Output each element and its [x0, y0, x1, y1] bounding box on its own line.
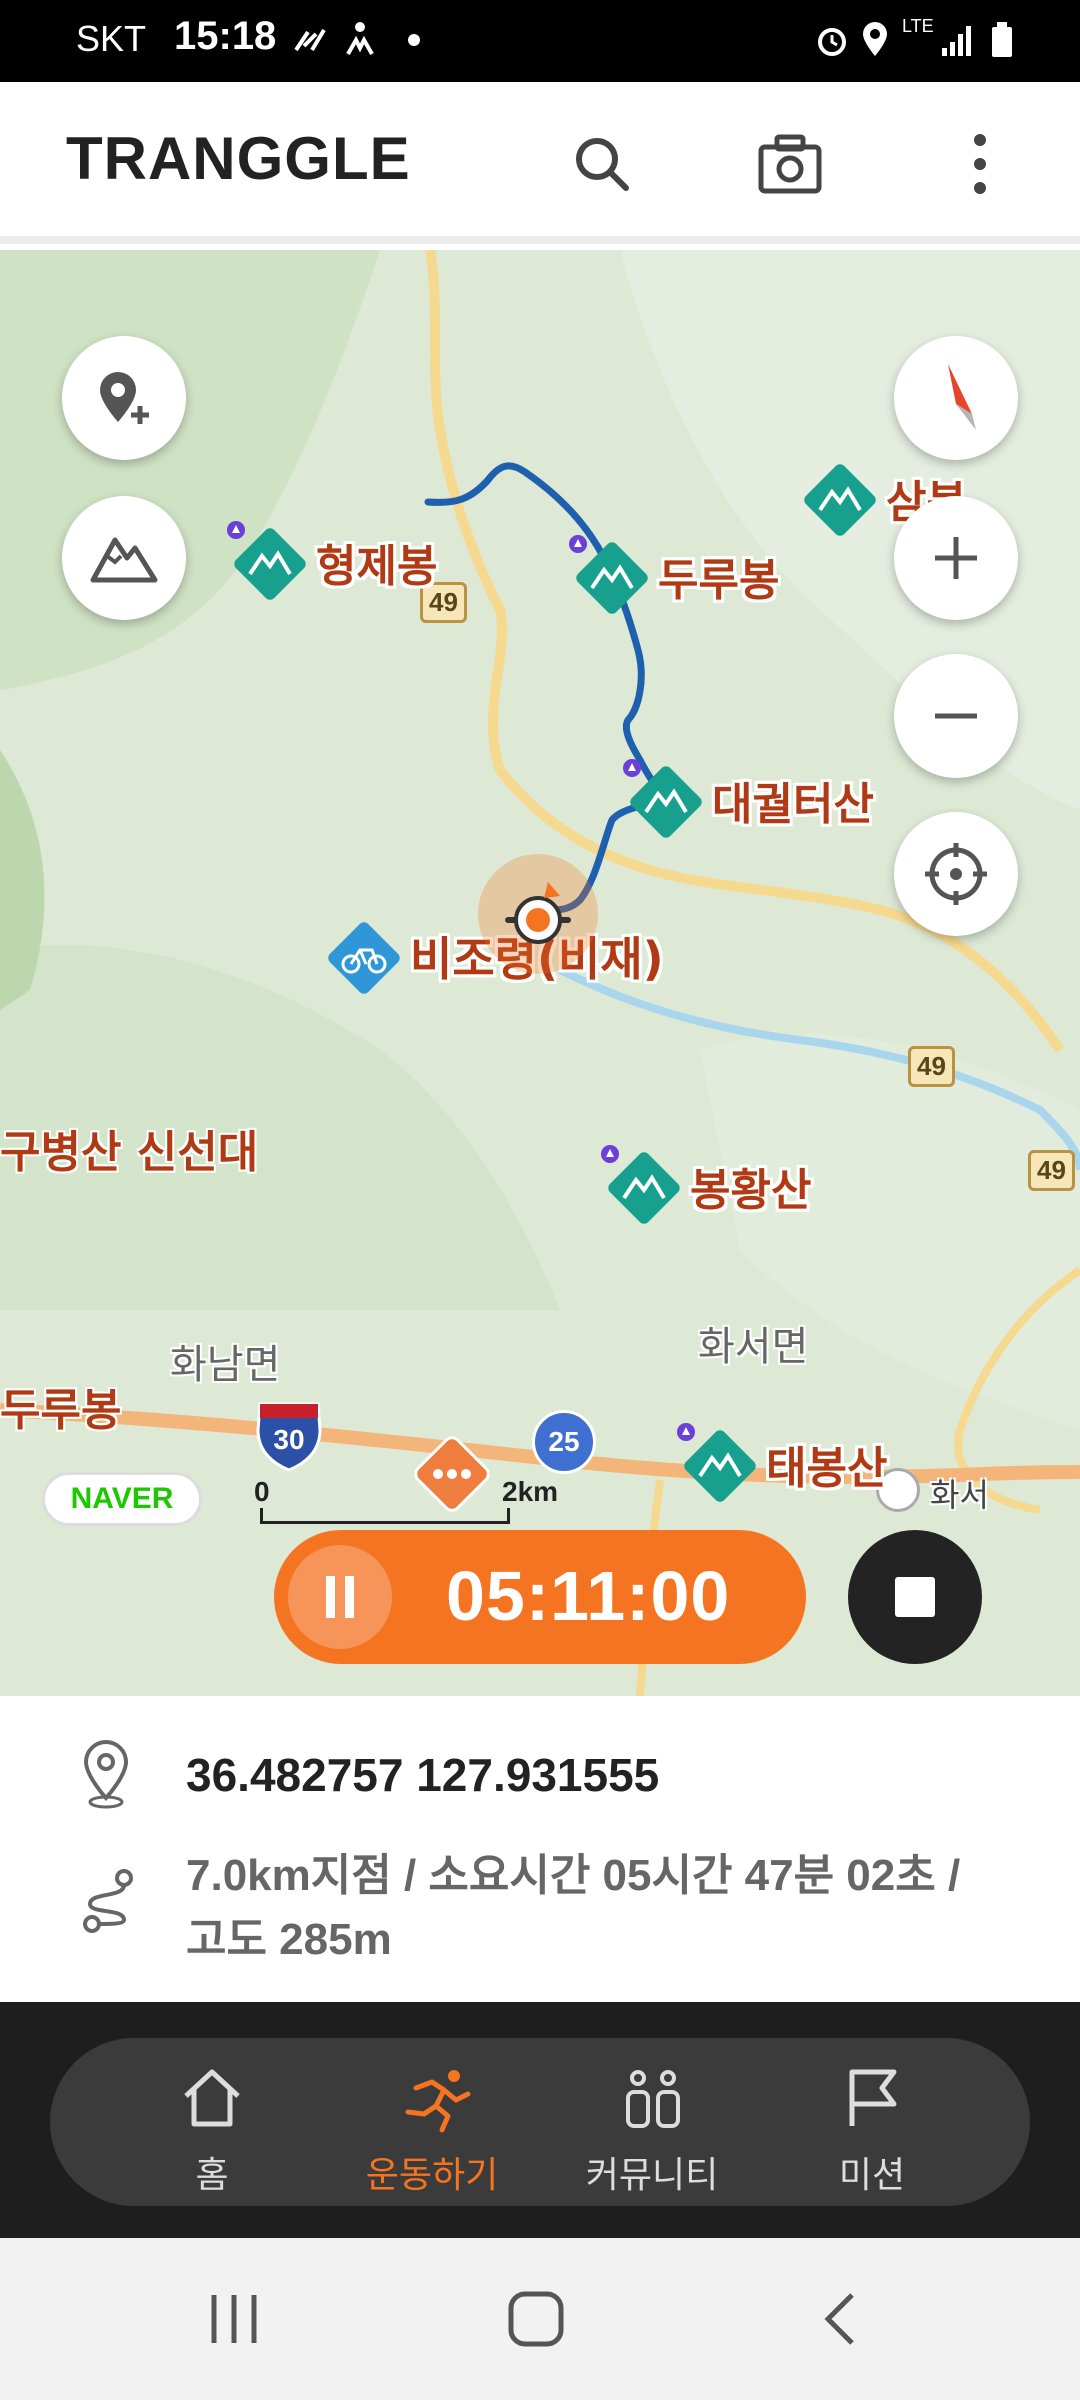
mountain-peak-icon — [677, 1423, 756, 1502]
add-location-icon — [100, 372, 149, 424]
mountain-peak-icon — [569, 535, 648, 614]
current-location-marker — [478, 854, 598, 974]
mountain-peak-icon — [227, 521, 306, 600]
signal-icon — [942, 26, 971, 56]
compass-button[interactable] — [894, 336, 1018, 460]
crosshair-icon — [925, 843, 987, 905]
peak-label: 형제봉 — [316, 541, 438, 592]
route-icon — [83, 1869, 133, 1933]
camera-button[interactable] — [748, 122, 832, 206]
status-bar: SKT 15:18 LTE — [0, 0, 1080, 82]
add-waypoint-button[interactable] — [62, 336, 186, 460]
highway-shield: 30 — [254, 1400, 324, 1472]
mountain-peak-icon — [623, 759, 702, 838]
peak-label: 봉황산 — [690, 1165, 812, 1216]
nav-item-mission[interactable]: 미션 — [772, 2068, 972, 2196]
minus-icon — [935, 713, 977, 719]
nav-label: 홈 — [195, 2155, 229, 2196]
pause-icon — [326, 1576, 354, 1618]
workout-timer: 05:11:00 — [274, 1530, 806, 1664]
scale-bar — [260, 1508, 510, 1524]
nav-label: 미션 — [838, 2155, 906, 2196]
map-view[interactable]: 49 49 49 30 25 구병산 신선대 두루봉 화남면 화서면 화서 형제… — [0, 250, 1080, 1696]
zoom-in-button[interactable] — [894, 496, 1018, 620]
naver-logo: NAVER — [42, 1472, 202, 1526]
plus-icon — [935, 537, 977, 579]
recent-apps-button[interactable] — [194, 2284, 274, 2354]
highway-badge: 25 — [532, 1410, 596, 1474]
scale-end: 2km — [502, 1476, 559, 1507]
nav-label: 운동하기 — [365, 2155, 499, 2196]
mountain-peak-icon — [601, 1145, 680, 1224]
more-button[interactable] — [938, 122, 1022, 206]
bottom-nav-bar: 홈 운동하기 커뮤니티 미션 — [50, 2038, 1030, 2206]
app-logo: TRANGGLE — [66, 125, 411, 192]
nav-item-community[interactable]: 커뮤니티 — [552, 2068, 752, 2196]
mountain-icon — [90, 537, 158, 583]
camera-icon — [758, 134, 822, 194]
distance-time-altitude-text: 7.0km지점 / 소요시간 05시간 47분 02초 / 고도 285m — [186, 1851, 961, 1964]
terrain-button[interactable] — [62, 496, 186, 620]
town-label: 화서 — [930, 1476, 989, 1514]
town-label: 화남면 — [170, 1342, 281, 1388]
bottom-navigation: 홈 운동하기 커뮤니티 미션 — [0, 2002, 1080, 2238]
search-icon — [576, 138, 629, 191]
app-header: TRANGGLE — [0, 82, 1080, 244]
home-square-icon — [508, 2291, 564, 2347]
carrier-label: SKT — [76, 18, 147, 59]
flag-icon — [849, 2069, 897, 2126]
battery-icon — [992, 22, 1012, 57]
road-badge: 49 — [908, 1046, 955, 1087]
compass-icon — [948, 364, 976, 430]
location-info-panel: 36.482757 127.931555 7.0km지점 / 소요시간 05시간… — [0, 1696, 1080, 2002]
more-vert-icon — [974, 134, 986, 194]
stop-icon — [895, 1577, 935, 1617]
back-icon — [824, 2293, 854, 2345]
home-icon — [184, 2069, 240, 2127]
home-button[interactable] — [496, 2284, 576, 2354]
run-activity-icon — [294, 28, 326, 52]
location-icon — [863, 22, 887, 56]
location-puck-icon — [505, 882, 571, 944]
stop-button[interactable] — [848, 1530, 982, 1664]
nav-label: 커뮤니티 — [585, 2155, 719, 2196]
zoom-out-button[interactable] — [894, 654, 1018, 778]
peak-label: 두루봉 — [658, 555, 780, 606]
community-icon — [626, 2070, 680, 2128]
location-pin-icon — [83, 1740, 129, 1809]
peak-marker[interactable]: 대궐터산 — [622, 758, 874, 842]
clock: 15:18 — [174, 14, 277, 58]
recent-apps-icon — [211, 2295, 257, 2343]
scale-start: 0 — [254, 1476, 270, 1507]
peak-label: 태봉산 — [766, 1443, 888, 1494]
peak-marker[interactable]: 두루봉 — [568, 534, 779, 618]
my-location-button[interactable] — [894, 812, 1018, 936]
peak-marker[interactable]: 태봉산 — [676, 1422, 887, 1506]
peak-label-left2: 두루봉 — [0, 1385, 122, 1436]
mountain-peak-icon — [804, 464, 876, 536]
nav-item-workout[interactable]: 운동하기 — [332, 2068, 532, 2196]
dot-icon — [408, 34, 420, 46]
peak-label: 대궐터산 — [712, 779, 874, 830]
coordinates-text: 36.482757 127.931555 — [186, 1749, 660, 1801]
elapsed-time: 05:11:00 — [446, 1557, 731, 1635]
search-button[interactable] — [560, 122, 644, 206]
back-button[interactable] — [800, 2284, 880, 2354]
running-icon — [405, 2070, 471, 2133]
peak-marker[interactable]: 형제봉 — [226, 520, 437, 604]
alarm-icon — [818, 28, 846, 56]
pause-button[interactable] — [288, 1545, 392, 1649]
peak-marker[interactable]: 봉황산 — [600, 1144, 811, 1228]
lte-icon: LTE — [902, 16, 934, 36]
accessibility-icon — [346, 22, 374, 55]
road-badge: 49 — [1028, 1150, 1075, 1191]
peak-label-left: 구병산 신선대 — [0, 1127, 259, 1178]
town-label: 화서면 — [698, 1324, 809, 1370]
nav-item-home[interactable]: 홈 — [112, 2068, 312, 2196]
bicycle-icon — [328, 922, 400, 994]
system-navigation-bar — [0, 2238, 1080, 2400]
